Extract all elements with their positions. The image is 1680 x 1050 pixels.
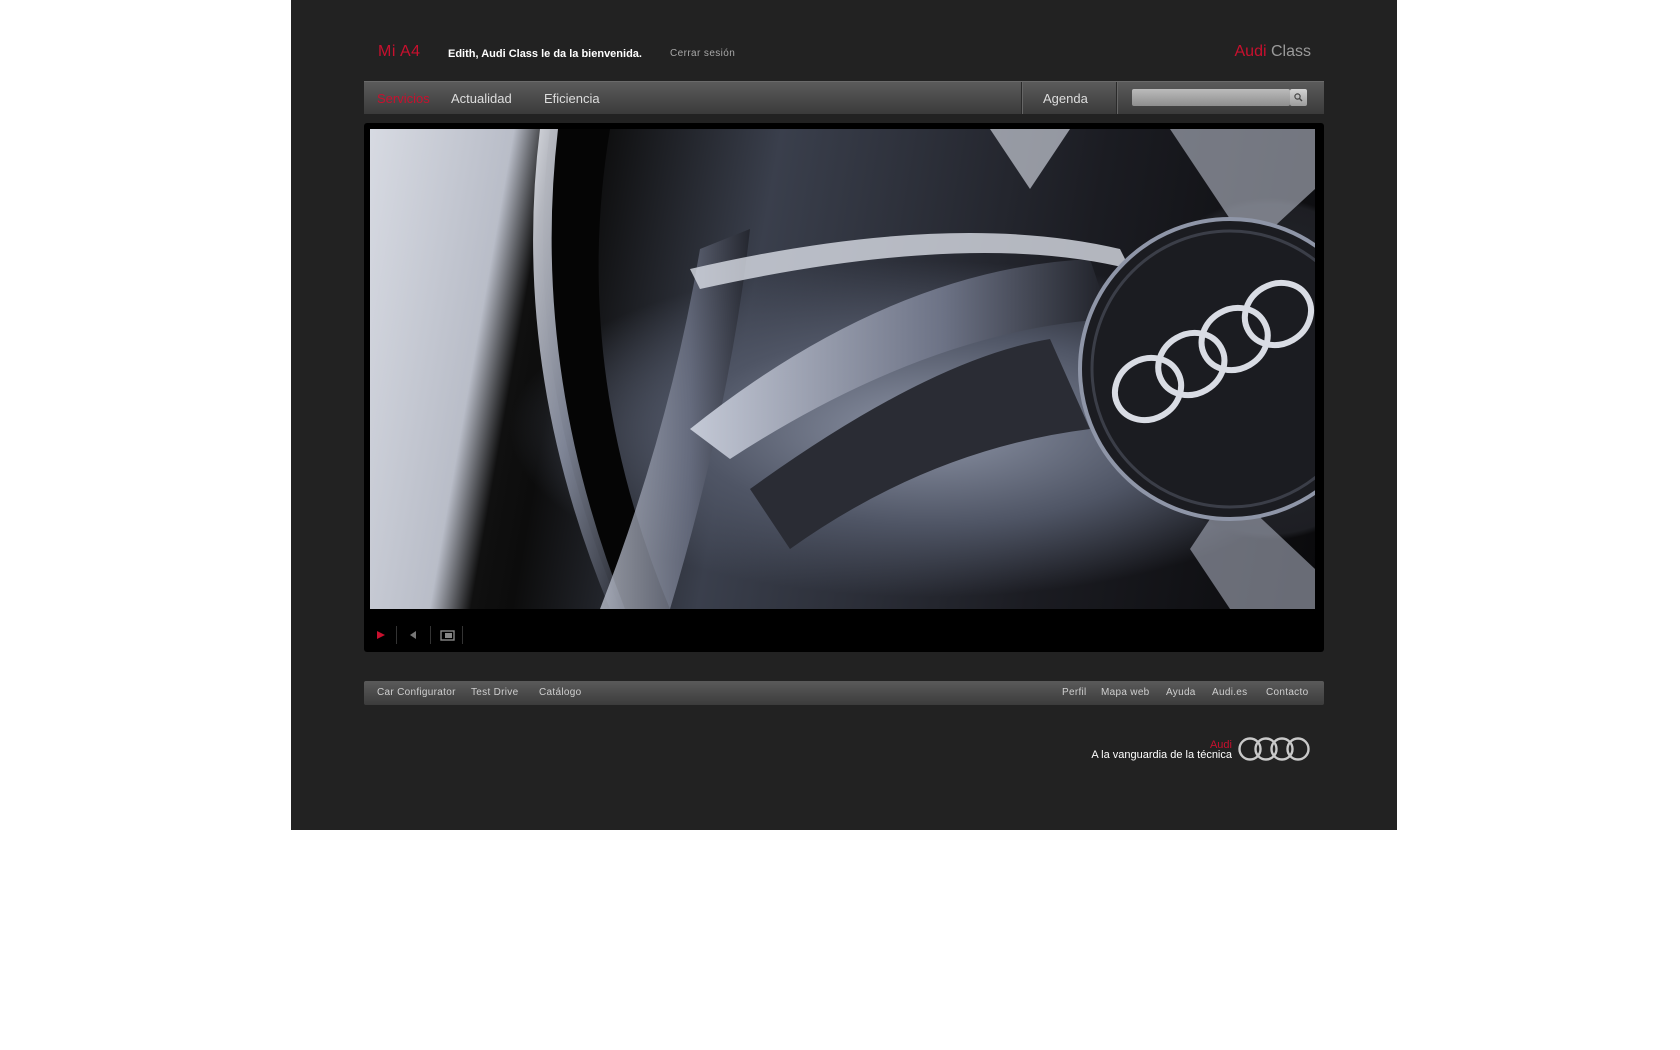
brand-audi: Audi (1234, 43, 1267, 60)
footer-tagline: Audi A la vanguardia de la técnica (1091, 740, 1232, 761)
audi-rings-logo[interactable] (1237, 736, 1313, 767)
footer-link-test-drive[interactable]: Test Drive (471, 687, 518, 698)
wheel-image (533, 129, 1315, 609)
nav-divider (1021, 82, 1023, 114)
model-title[interactable]: Mi A4 (378, 43, 421, 61)
footer-nav: Car Configurator Test Drive Catálogo Per… (364, 681, 1324, 705)
nav-item-agenda[interactable]: Agenda (1043, 91, 1088, 106)
tagline-text: A la vanguardia de la técnica (1091, 749, 1232, 761)
footer-link-ayuda[interactable]: Ayuda (1166, 687, 1196, 698)
nav-item-actualidad[interactable]: Actualidad (451, 91, 512, 106)
nav-item-servicios[interactable]: Servicios (377, 91, 430, 106)
video-player (364, 123, 1324, 652)
volume-button[interactable] (398, 624, 428, 646)
search-box (1132, 89, 1290, 106)
play-button[interactable] (366, 624, 396, 646)
main-nav: Servicios Actualidad Eficiencia Agenda (364, 81, 1324, 114)
search-button[interactable] (1290, 89, 1307, 106)
logout-link[interactable]: Cerrar sesión (670, 48, 735, 59)
search-icon (1294, 93, 1303, 102)
brand-logo[interactable]: Audi Class (1235, 43, 1312, 61)
volume-icon (410, 631, 416, 639)
fullscreen-button[interactable] (432, 624, 462, 646)
footer-link-mapa-web[interactable]: Mapa web (1101, 687, 1150, 698)
brand-class: Class (1270, 43, 1311, 60)
footer-link-contacto[interactable]: Contacto (1266, 687, 1308, 698)
control-divider (396, 626, 397, 644)
footer-link-catalogo[interactable]: Catálogo (539, 687, 581, 698)
video-frame[interactable] (370, 129, 1315, 609)
footer-link-audi-es[interactable]: Audi.es (1212, 687, 1247, 698)
nav-item-eficiencia[interactable]: Eficiencia (544, 91, 600, 106)
header: Mi A4 Edith, Audi Class le da la bienven… (291, 0, 1397, 80)
audi-rings-icon (1238, 737, 1310, 761)
footer-link-perfil[interactable]: Perfil (1062, 687, 1087, 698)
search-input[interactable] (1132, 89, 1290, 106)
fullscreen-icon (440, 630, 455, 641)
site-container: Mi A4 Edith, Audi Class le da la bienven… (291, 0, 1397, 830)
player-controls (364, 616, 1324, 652)
welcome-message: Edith, Audi Class le da la bienvenida. (448, 48, 642, 60)
footer-link-car-configurator[interactable]: Car Configurator (377, 687, 456, 698)
control-divider (462, 626, 463, 644)
play-icon (377, 631, 385, 639)
control-divider (430, 626, 431, 644)
nav-divider (1116, 82, 1118, 114)
